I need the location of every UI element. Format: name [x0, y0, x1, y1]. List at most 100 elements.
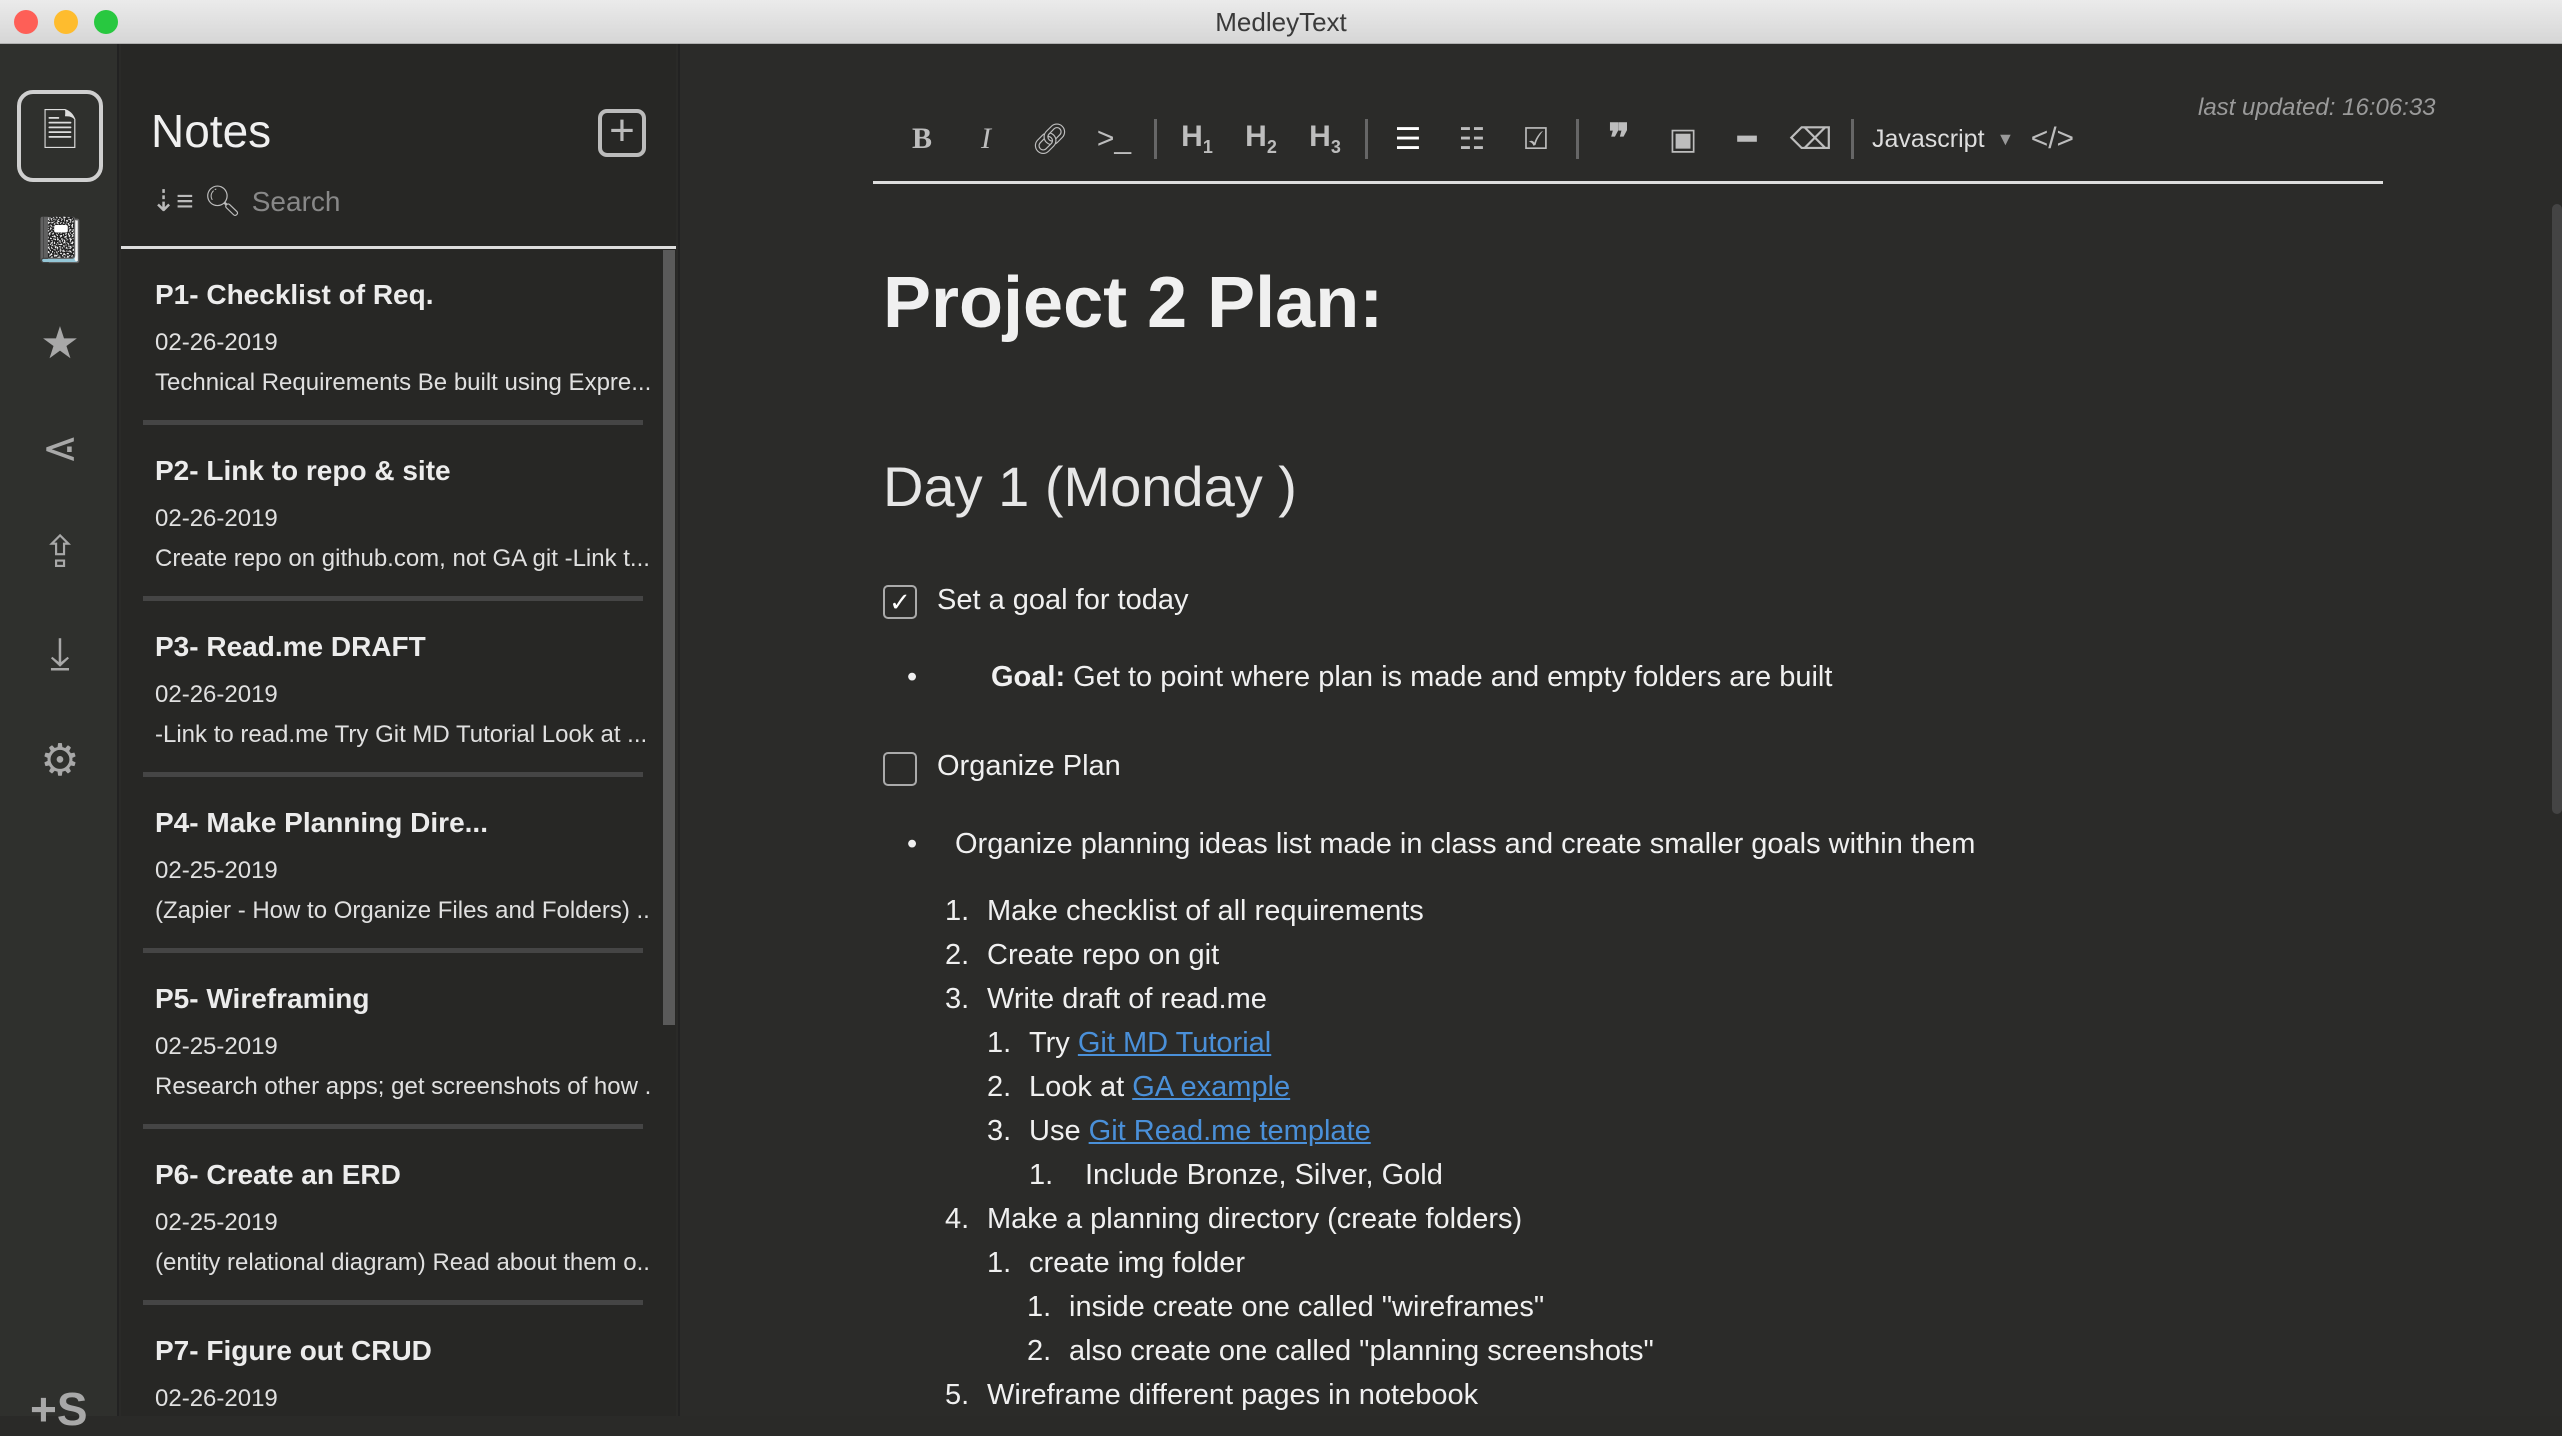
window-title: MedleyText [1215, 7, 1347, 37]
toolbar-divider [873, 181, 2383, 184]
note-preview: Research other apps; get screenshots of … [155, 1073, 650, 1100]
italic-icon[interactable]: I [954, 122, 1018, 156]
bullet-icon: • [907, 828, 918, 860]
language-select[interactable]: Javascript [1872, 125, 1985, 154]
bullet-list-icon[interactable]: ☰ [1376, 122, 1440, 157]
note-preview: (Zapier - How to Organize Files and Fold… [155, 897, 650, 924]
note-date: 02-26-2019 [155, 505, 278, 532]
quote-icon[interactable]: ❞ [1587, 116, 1651, 162]
close-window-button[interactable] [14, 10, 38, 34]
heading3-icon[interactable]: H3 [1293, 120, 1357, 158]
divider [1851, 119, 1854, 159]
link-icon[interactable]: 🔗︎ [1018, 122, 1082, 157]
doc-heading: Day 1 (Monday ) [883, 455, 1297, 518]
list-item: 3. Use Git Read.me template [987, 1115, 1371, 1147]
settings-nav-button[interactable]: ⚙ [17, 714, 103, 806]
title-bar: MedleyText [0, 0, 2562, 44]
search-input[interactable] [251, 185, 552, 218]
sort-icon[interactable]: ⇣≡ [151, 184, 194, 219]
note-item[interactable]: P7- Figure out CRUD 02-26-2019 [143, 1305, 643, 1416]
maximize-window-button[interactable] [94, 10, 118, 34]
download-nav-button[interactable]: ⤓ [17, 608, 103, 700]
note-item[interactable]: P2- Link to repo & site 02-26-2019 Create … [143, 425, 650, 601]
minimize-window-button[interactable] [54, 10, 78, 34]
note-date: 02-26-2019 [155, 681, 278, 708]
add-note-button[interactable]: + [598, 109, 646, 157]
task-label: Set a goal for today [937, 584, 1189, 616]
image-icon[interactable]: ▣ [1651, 122, 1715, 157]
formatting-toolbar: B I 🔗︎ >_ H1 H2 H3 ☰ ☷ ☑ ❞ ▣ ━ ⌫ Javascr… [890, 114, 2076, 164]
share-icon: ⋖ [41, 423, 79, 473]
upload-icon: ⇪ [41, 527, 79, 577]
favorites-nav-button[interactable]: ★ [17, 297, 103, 389]
note-title: P1- Checklist of Req. [155, 279, 434, 310]
note-item[interactable]: P5- Wireframing 02-25-2019 Research other … [143, 953, 650, 1129]
last-updated: last updated: 16:06:33 [2198, 94, 2436, 121]
horizontal-rule-icon[interactable]: ━ [1715, 122, 1779, 157]
numbered-list-icon[interactable]: ☷ [1440, 122, 1504, 157]
notebooks-nav-button[interactable]: 📓 [17, 194, 103, 286]
icon-rail: 🗎 📓 ★ ⋖ ⇪ ⤓ ⚙ +S [0, 44, 119, 1435]
upload-nav-button[interactable]: ⇪ [17, 506, 103, 598]
note-date: 02-25-2019 [155, 1209, 278, 1236]
note-date: 02-25-2019 [155, 857, 278, 884]
notes-scrollbar[interactable] [663, 250, 675, 1025]
bold-icon[interactable]: B [890, 122, 954, 156]
goal-label: Goal: [991, 661, 1066, 693]
note-preview: Create repo on github.com, not GA git -L… [155, 545, 650, 572]
doc-title: Project 2 Plan: [883, 263, 1384, 343]
bullet-text: Organize planning ideas list made in cla… [955, 828, 1976, 860]
notes-title: Notes [151, 105, 272, 157]
editor-scrollbar[interactable] [2552, 204, 2562, 814]
share-nav-button[interactable]: ⋖ [17, 402, 103, 494]
checkbox-checked[interactable]: ✓ [883, 585, 917, 619]
chevron-down-icon[interactable]: ▼ [1997, 129, 2015, 150]
list-item: 2. Look at GA example [987, 1071, 1291, 1103]
editor: last updated: 16:06:33 B I 🔗︎ >_ H1 H2 H… [678, 44, 2562, 1416]
list-item: 1. Make checklist of all requirements [945, 895, 1424, 927]
list-item: 3. Write draft of read.me [945, 983, 1267, 1015]
note-title: P3- Read.me DRAFT [155, 631, 426, 662]
notes-panel: Notes + ⇣≡ 🔍︎ P1- Checklist of Req. 02-26… [121, 44, 676, 1416]
notebook-icon: 📓 [32, 216, 88, 265]
list-item: 1. create img folder [987, 1247, 1245, 1279]
note-title: P7- Figure out CRUD [155, 1335, 432, 1366]
heading1-icon[interactable]: H1 [1165, 120, 1229, 158]
bullet-icon: • [907, 661, 918, 693]
code-view-icon[interactable]: </> [2028, 122, 2076, 156]
eraser-icon[interactable]: ⌫ [1779, 122, 1843, 157]
note-date: 02-25-2019 [155, 1033, 278, 1060]
list-item: 1. inside create one called "wireframes" [1027, 1291, 1545, 1323]
notes-nav-button[interactable]: 🗎 [17, 90, 103, 182]
note-preview: (entity relational diagram) Read about t… [155, 1249, 650, 1276]
note-date: 02-26-2019 [155, 329, 278, 356]
note-item[interactable]: P1- Checklist of Req. 02-26-2019 Technical… [143, 249, 650, 425]
note-item[interactable]: P3- Read.me DRAFT 02-26-2019 -Link to read… [143, 601, 647, 777]
task-label: Organize Plan [937, 750, 1121, 782]
star-icon: ★ [40, 318, 80, 368]
note-item[interactable]: P6- Create an ERD 02-25-2019 (entity relat… [143, 1129, 650, 1305]
notes-list: P1- Checklist of Req. 02-26-2019 Technical… [121, 249, 666, 1416]
list-item: 2. Create repo on git [945, 939, 1220, 971]
divider [1576, 119, 1579, 159]
divider [1154, 119, 1157, 159]
download-icon: ⤓ [50, 629, 70, 678]
link-git-md-tutorial[interactable]: Git MD Tutorial [1078, 1027, 1271, 1059]
search-icon: 🔍︎ [203, 185, 242, 218]
code-icon[interactable]: >_ [1082, 122, 1146, 156]
link-ga-example[interactable]: GA example [1132, 1071, 1290, 1103]
checkbox-unchecked[interactable] [883, 752, 917, 786]
app-logo: +S [30, 1383, 88, 1435]
note-title: P5- Wireframing [155, 983, 370, 1014]
note-item[interactable]: P4- Make Planning Dire... 02-25-2019 (Zapi… [143, 777, 650, 953]
note-title: P6- Create an ERD [155, 1159, 401, 1190]
goal-text: Get to point where plan is made and empt… [1065, 661, 1833, 693]
note-date: 02-26-2019 [155, 1385, 278, 1412]
note-preview: -Link to read.me Try Git MD Tutorial Loo… [155, 721, 648, 748]
list-item: 1. Try Git MD Tutorial [987, 1027, 1272, 1059]
link-readme-template[interactable]: Git Read.me template [1089, 1115, 1371, 1147]
list-item: 5. Wireframe different pages in notebook [945, 1379, 1479, 1411]
note-preview: Technical Requirements Be built using Ex… [155, 369, 650, 396]
heading2-icon[interactable]: H2 [1229, 120, 1293, 158]
checklist-icon[interactable]: ☑ [1504, 122, 1568, 157]
